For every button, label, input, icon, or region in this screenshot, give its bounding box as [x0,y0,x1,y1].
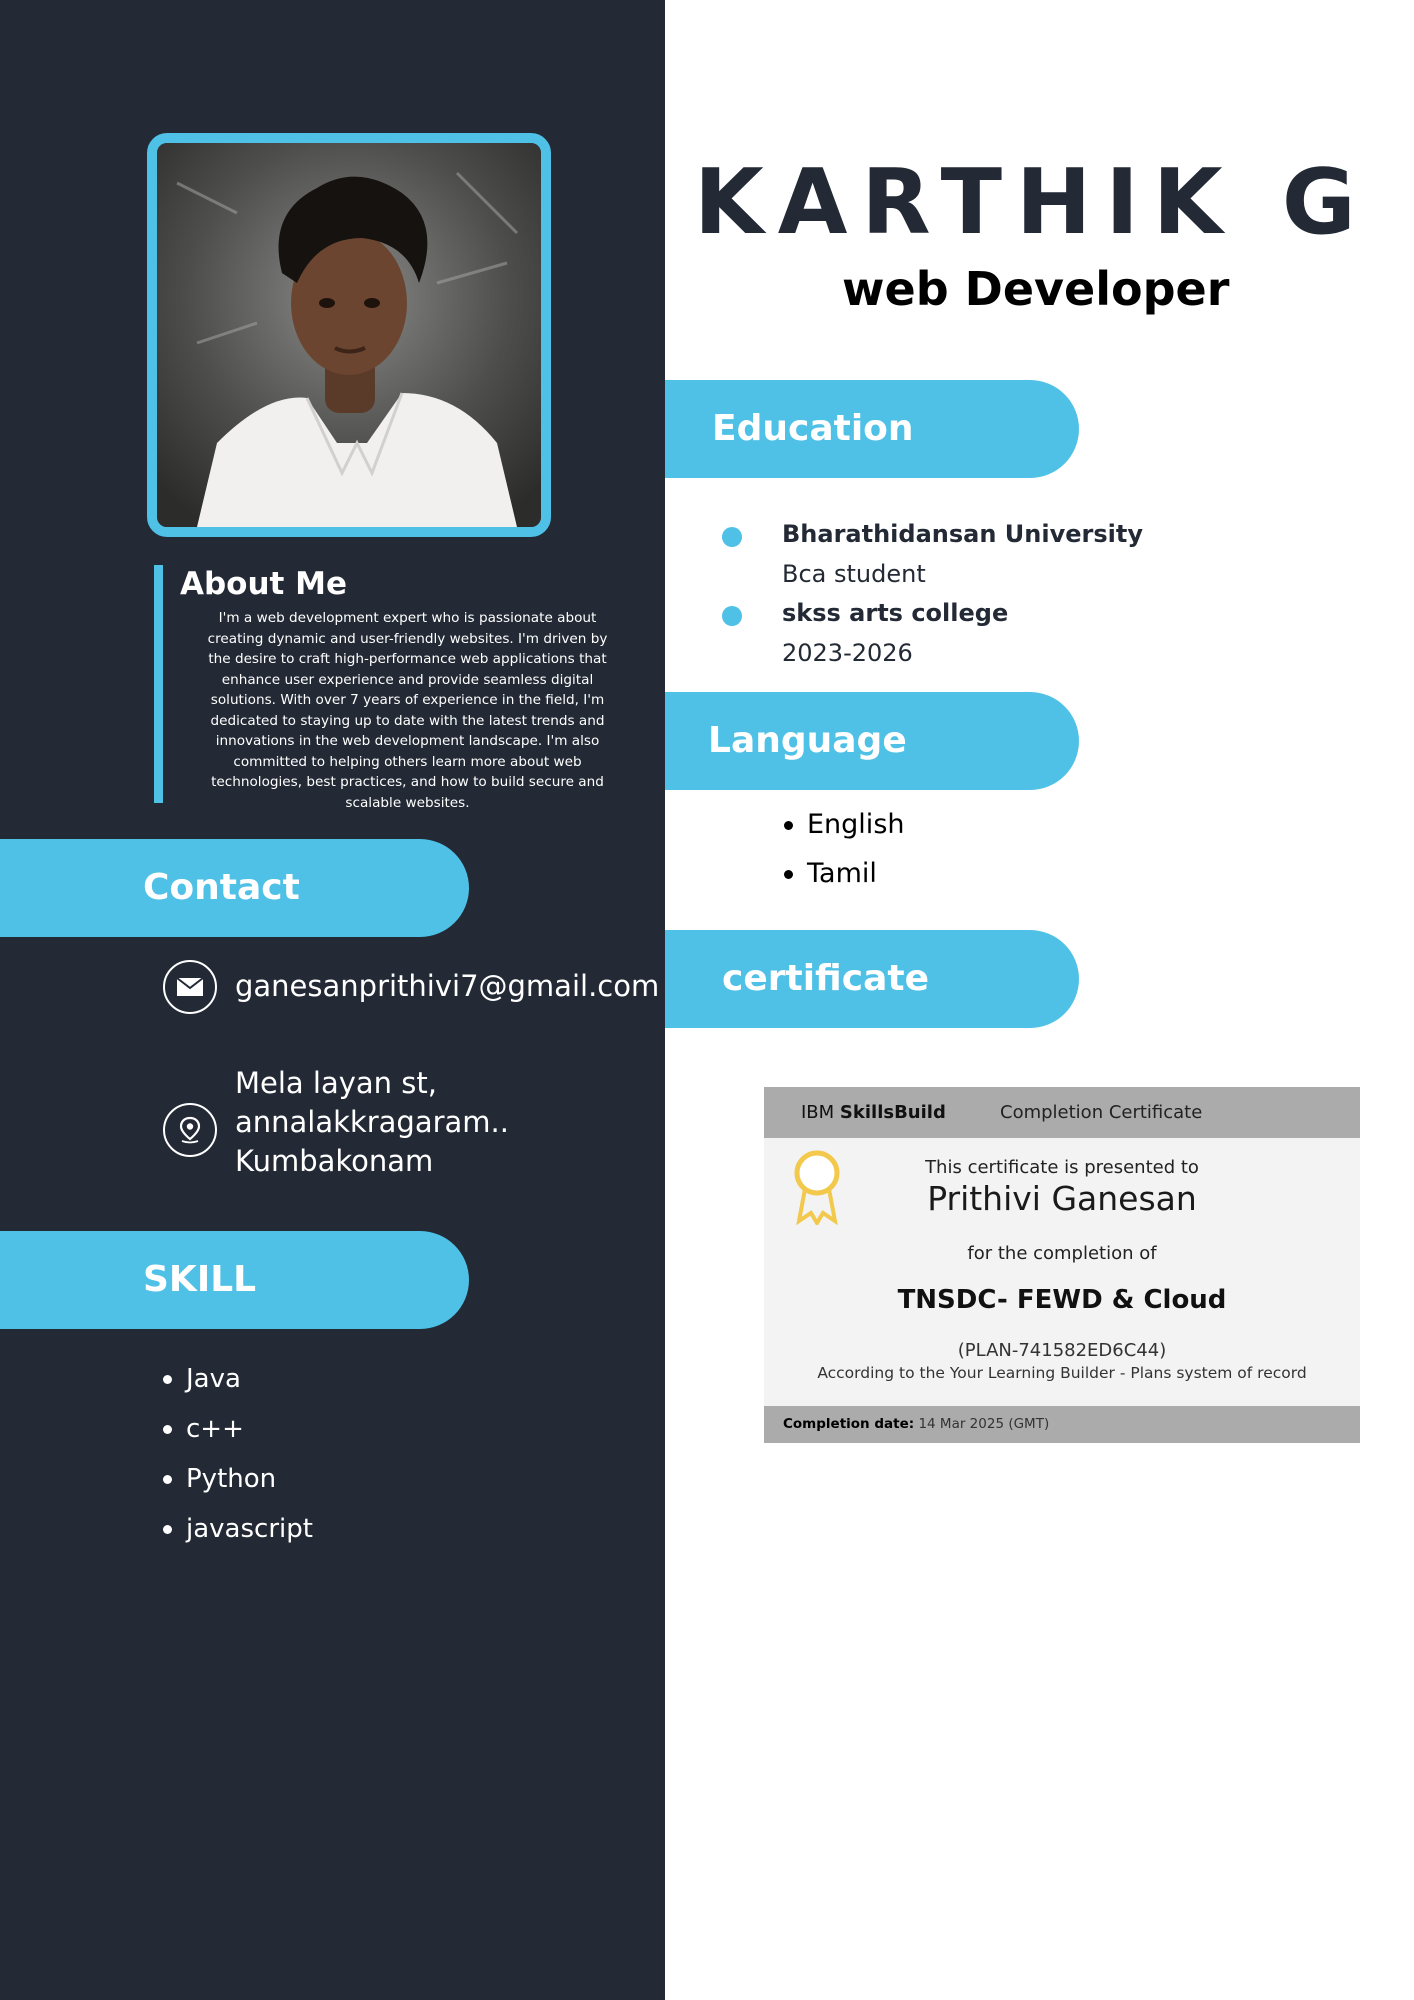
certificate-for-completion: for the completion of [967,1243,1157,1264]
certificate-presented-to: This certificate is presented to [925,1157,1199,1178]
person-role: web Developer [842,262,1230,316]
contact-address-line2: annalakkragaram.. [235,1105,509,1139]
education-item-title: Bharathidansan University [782,520,1143,548]
skill-header: SKILL [0,1231,469,1329]
certificate-bottom-bar: Completion date: 14 Mar 2025 (GMT) [764,1406,1360,1443]
profile-photo [147,133,551,537]
certificate-course: TNSDC- FEWD & Cloud [897,1285,1227,1315]
certificate-kind: Completion Certificate [1000,1102,1203,1123]
certificate-title: certificate [722,958,929,999]
language-title: Language [708,720,907,761]
language-header: Language [665,692,1079,790]
about-text: I'm a web development expert who is pass… [207,610,608,811]
certificate-brand-prefix: IBM [801,1102,835,1123]
certificate-brand-name: SkillsBuild [839,1102,946,1123]
certificate-plan: (PLAN-741582ED6C44) [957,1340,1167,1361]
envelope-icon [163,960,217,1014]
certificate-card: IBM SkillsBuild Completion Certificate T… [764,1087,1360,1443]
contact-header: Contact [0,839,469,937]
education-title: Education [712,408,914,449]
education-item-title: skss arts college [782,599,1009,627]
about-accent-bar [154,565,163,803]
contact-address-line3: Kumbakonam [235,1144,434,1178]
education-item-sub: Bca student [782,560,926,588]
language-item: English [783,800,905,849]
about-title: About Me [180,566,348,602]
location-pin-icon [163,1103,217,1157]
certificate-top-bar: IBM SkillsBuild Completion Certificate [764,1087,1360,1138]
language-item: Tamil [783,849,905,898]
certificate-recipient: Prithivi Ganesan [927,1179,1197,1218]
certificate-date: Completion date: 14 Mar 2025 (GMT) [783,1406,1049,1443]
skill-list: Java c++ Python javascript [160,1354,313,1554]
skill-item: Python [160,1454,313,1504]
certificate-brand: IBM SkillsBuild [801,1087,946,1138]
certificate-according: According to the Your Learning Builder -… [817,1364,1307,1382]
contact-title: Contact [143,867,300,908]
education-header: Education [665,380,1079,478]
skill-item: Java [160,1354,313,1404]
certificate-header: certificate [665,930,1079,1028]
person-name: KARTHIK G [694,150,1370,255]
skill-item: c++ [160,1404,313,1454]
skill-item: javascript [160,1504,313,1554]
contact-email[interactable]: ganesanprithivi7@gmail.com [235,967,659,1006]
certificate-date-label: Completion date: [783,1416,915,1432]
education-item-sub: 2023-2026 [782,639,913,667]
language-list: English Tamil [783,800,905,898]
education-bullet [722,606,742,626]
sidebar: About Me I'm a web development expert wh… [0,0,665,2000]
contact-address-line1: Mela layan st, [235,1066,437,1100]
education-bullet [722,527,742,547]
certificate-date-value: 14 Mar 2025 (GMT) [918,1416,1050,1432]
skill-title: SKILL [143,1259,257,1300]
